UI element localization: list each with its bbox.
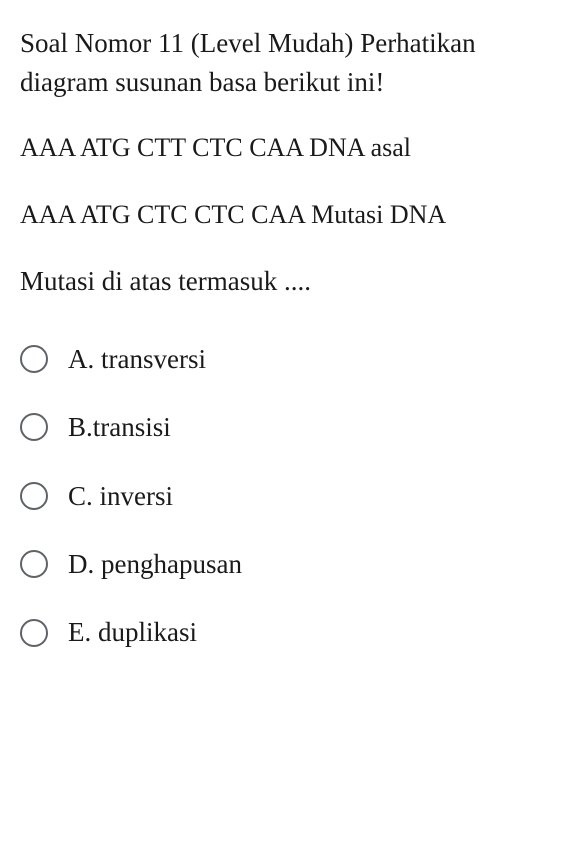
question-header: Soal Nomor 11 (Level Mudah) Perhatikan d… bbox=[20, 24, 549, 102]
option-label: D. penghapusan bbox=[68, 548, 242, 580]
option-a[interactable]: A. transversi bbox=[20, 343, 549, 375]
question-title: Soal Nomor 11 (Level Mudah) bbox=[20, 28, 353, 58]
radio-icon bbox=[20, 619, 48, 647]
question-prompt: Mutasi di atas termasuk .... bbox=[20, 263, 549, 301]
radio-icon bbox=[20, 550, 48, 578]
dna-sequence-original: AAA ATG CTT CTC CAA DNA asal bbox=[20, 130, 549, 166]
option-label: B.transisi bbox=[68, 411, 171, 443]
option-c[interactable]: C. inversi bbox=[20, 480, 549, 512]
option-label: C. inversi bbox=[68, 480, 173, 512]
option-e[interactable]: E. duplikasi bbox=[20, 616, 549, 648]
dna-sequence-mutated: AAA ATG CTC CTC CAA Mutasi DNA bbox=[20, 197, 549, 233]
option-label: A. transversi bbox=[68, 343, 206, 375]
radio-icon bbox=[20, 482, 48, 510]
option-d[interactable]: D. penghapusan bbox=[20, 548, 549, 580]
option-b[interactable]: B.transisi bbox=[20, 411, 549, 443]
radio-icon bbox=[20, 413, 48, 441]
options-group: A. transversi B.transisi C. inversi D. p… bbox=[20, 343, 549, 649]
radio-icon bbox=[20, 345, 48, 373]
option-label: E. duplikasi bbox=[68, 616, 197, 648]
